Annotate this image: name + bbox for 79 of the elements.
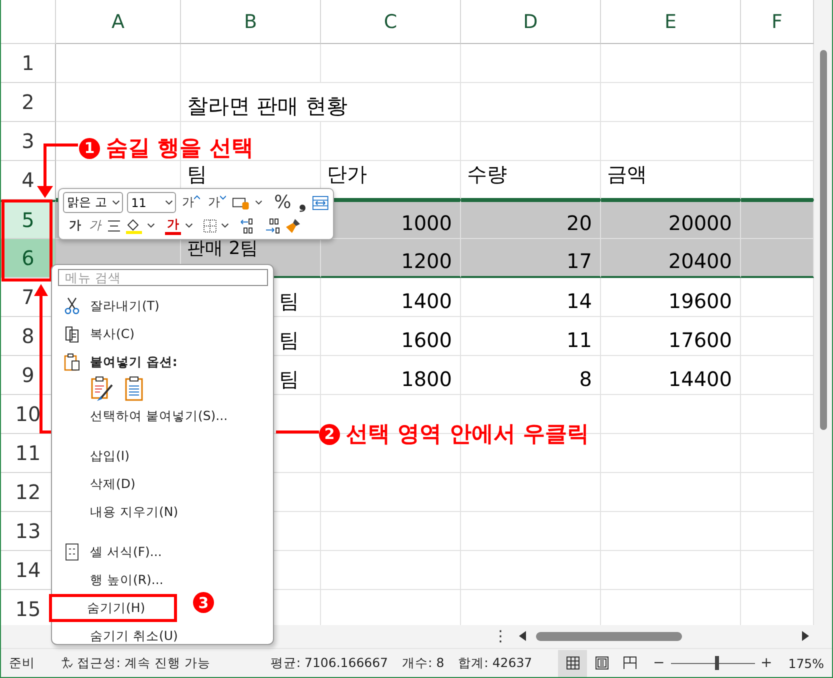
table-cell: 17600 <box>601 317 741 356</box>
sum-value: 합계: 42637 <box>458 654 532 672</box>
context-menu-item[interactable]: 숨기기 취소(U) <box>52 622 273 650</box>
caret-up-icon <box>194 195 200 200</box>
horizontal-scroll-thumb[interactable] <box>536 632 682 641</box>
more-options-icon[interactable]: ⋮ <box>493 627 508 645</box>
format-cells-icon <box>64 543 80 561</box>
row-header[interactable]: 2 <box>1 83 56 122</box>
table-cell: 19600 <box>601 278 741 317</box>
font-color-button[interactable]: 가 <box>165 216 181 234</box>
clipboard-icon <box>64 353 80 371</box>
vertical-scrollbar[interactable] <box>814 0 832 625</box>
columns-icon <box>623 656 638 670</box>
copy-icon <box>64 325 80 343</box>
table-cell: 20 <box>461 200 601 239</box>
caret-icon <box>165 200 174 205</box>
zoom-level[interactable]: 175% <box>788 656 824 670</box>
table-cell: 1200 <box>321 239 461 278</box>
brush-icon[interactable] <box>285 218 301 234</box>
table-cell: 11 <box>461 317 601 356</box>
zoom-out-button[interactable]: − <box>648 655 669 671</box>
caret-down-icon <box>220 195 226 200</box>
step-number: 2 <box>319 424 340 444</box>
wrap-text-icon[interactable] <box>312 194 329 210</box>
borders-icon[interactable] <box>203 218 217 232</box>
accessibility-icon[interactable] <box>61 655 74 671</box>
column-header[interactable]: E <box>601 0 741 44</box>
caret-icon <box>221 223 229 228</box>
accessibility-status[interactable]: 접근성: 계속 진행 가능 <box>77 654 210 672</box>
italic-button[interactable]: 가 <box>87 215 103 236</box>
decrease-decimal-icon[interactable] <box>265 218 281 234</box>
table-cell: 17 <box>461 239 601 278</box>
caret-icon <box>112 200 120 205</box>
table-cell: 찰라면 판매 현황 <box>181 83 461 122</box>
count-value: 개수: 8 <box>402 654 444 672</box>
paste-icon[interactable] <box>124 376 144 402</box>
menu-search-field[interactable]: 메뉴 검색 <box>58 269 268 286</box>
scroll-thumb[interactable] <box>820 50 826 430</box>
column-header[interactable]: A <box>56 0 181 44</box>
context-menu-item[interactable]: 숨기기(H) <box>49 594 177 622</box>
column-header[interactable]: B <box>181 0 321 44</box>
leader-arrow <box>37 144 78 198</box>
caret-icon <box>147 223 155 228</box>
table-cell: 14 <box>461 278 601 317</box>
annotation-text: 선택 영역 안에서 우클릭 <box>346 421 589 449</box>
font-size-dropdown[interactable]: 11 <box>127 192 176 213</box>
table-cell: 1800 <box>321 356 461 395</box>
normal-view-button[interactable] <box>558 650 588 676</box>
row-header[interactable]: 4 <box>1 161 56 200</box>
bold-button[interactable]: 가 <box>67 215 83 236</box>
column-header[interactable]: C <box>321 0 461 44</box>
caret-icon <box>254 200 262 205</box>
grid-icon <box>566 656 580 670</box>
average-value: 평균: 7106.166667 <box>270 654 388 672</box>
annotation-text: 숨길 행을 선택 <box>106 135 254 163</box>
zoom-in-button[interactable]: + <box>756 655 776 671</box>
table-cell: 1400 <box>321 278 461 317</box>
zoom-slider-thumb[interactable] <box>714 656 719 670</box>
page-icon <box>594 656 609 670</box>
fill-color-icon[interactable] <box>125 217 143 234</box>
table-cell: 20400 <box>601 239 741 278</box>
column-header[interactable]: D <box>461 0 601 44</box>
table-cell: 14400 <box>601 356 741 395</box>
table-cell: 8 <box>461 356 601 395</box>
scroll-right-icon[interactable] <box>802 631 809 641</box>
leader-line <box>276 430 319 434</box>
increase-decimal-icon[interactable] <box>239 218 255 234</box>
scroll-left-icon[interactable] <box>519 631 526 641</box>
caret-icon <box>185 223 193 228</box>
table-cell: 20000 <box>601 200 741 239</box>
row-header[interactable]: 3 <box>1 122 56 161</box>
font-name-dropdown[interactable]: 맑은 고 <box>63 192 124 213</box>
align-center-icon[interactable] <box>107 220 121 232</box>
step-number: 1 <box>79 138 100 158</box>
table-cell: 1600 <box>321 317 461 356</box>
status-text: 준비 <box>9 654 35 672</box>
row-header[interactable]: 1 <box>1 44 56 83</box>
scissors-icon <box>64 297 80 315</box>
paste-formatting-icon[interactable] <box>90 376 114 402</box>
